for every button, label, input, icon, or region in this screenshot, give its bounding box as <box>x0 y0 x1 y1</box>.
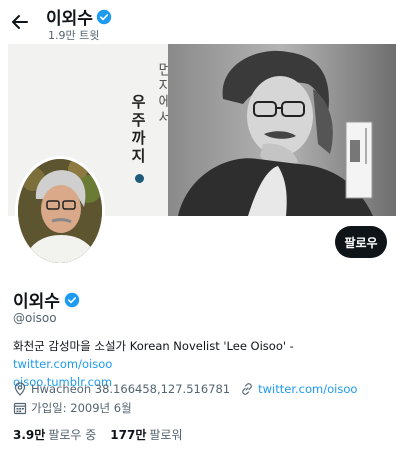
back-arrow-icon[interactable] <box>10 12 30 32</box>
joined-text: 가입일: 2009년 6월 <box>31 401 132 415</box>
top-header: 이외수 1.9만 트윗 <box>0 0 400 46</box>
profile-handle: @oisoo <box>13 311 57 325</box>
banner-dot <box>135 174 144 183</box>
following-link[interactable]: 3.9만 팔로우 중 <box>13 426 96 443</box>
profile-name: 이외수 <box>13 292 60 312</box>
profile-avatar[interactable] <box>15 156 105 266</box>
link-icon <box>242 383 252 395</box>
avatar-image <box>18 159 102 263</box>
following-label: 팔로우 중 <box>48 428 97 442</box>
tweet-count: 1.9만 트윗 <box>48 29 100 42</box>
bio-link-twitter[interactable]: twitter.com/oisoo <box>13 357 112 371</box>
following-count: 3.9만 <box>13 428 46 442</box>
location-text: Hwacheon 38.166458,127.516781 <box>31 382 231 396</box>
website-link[interactable]: twitter.com/oisoo <box>258 382 357 396</box>
profile-name-row: 이외수 <box>13 287 80 312</box>
header-name: 이외수 <box>46 9 93 29</box>
profile-meta-joined-row: 가입일: 2009년 6월 <box>13 400 132 416</box>
verified-badge-icon <box>96 9 112 24</box>
follow-button[interactable]: 팔로우 <box>335 226 387 258</box>
profile-meta-location-row: Hwacheon 38.166458,127.516781 twitter.co… <box>13 382 357 396</box>
verified-badge-icon <box>64 292 80 307</box>
follow-counts: 3.9만 팔로우 중 177만 팔로워 <box>13 426 183 443</box>
followers-label: 팔로워 <box>149 428 183 442</box>
location-pin-icon <box>14 382 26 396</box>
calendar-icon <box>13 402 27 415</box>
banner-vertical-text-2: 우주까지 <box>129 94 147 166</box>
followers-count: 177만 <box>110 428 147 442</box>
followers-link[interactable]: 177만 팔로워 <box>110 426 182 443</box>
header-name-row: 이외수 <box>46 4 112 29</box>
bio-text: 화천군 감성마을 소설가 Korean Novelist 'Lee Oisoo'… <box>13 339 294 353</box>
banner-portrait-image <box>168 44 396 216</box>
